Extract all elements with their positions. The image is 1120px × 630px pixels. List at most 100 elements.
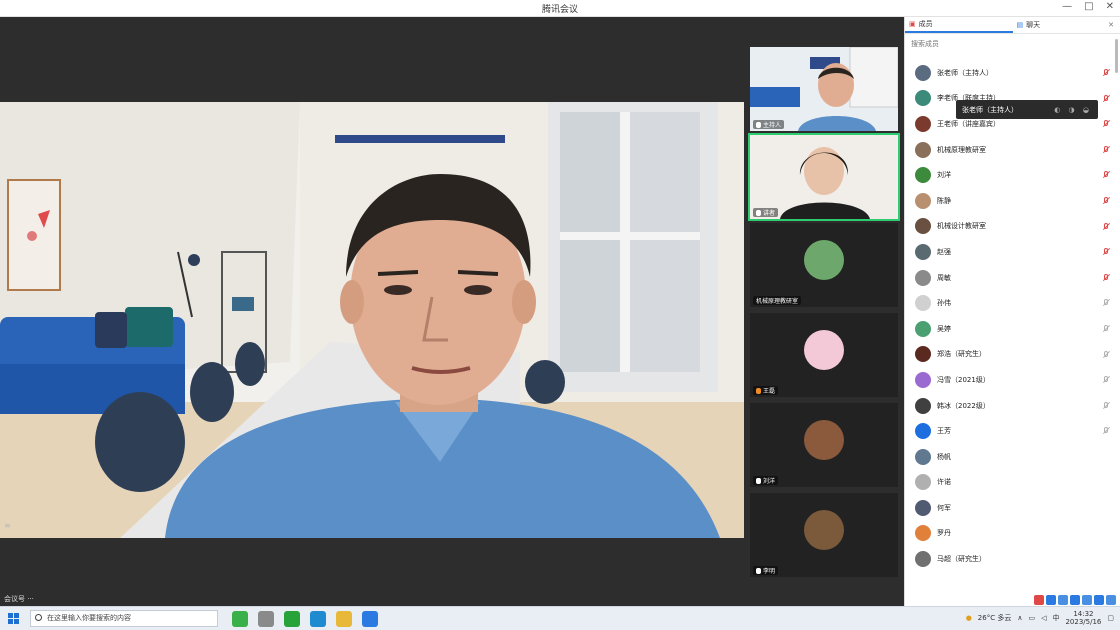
muted-mic-icon[interactable] bbox=[1102, 427, 1111, 435]
participant-row[interactable]: 韩冰（2022级） bbox=[905, 393, 1120, 419]
minimize-button[interactable]: — bbox=[1062, 1, 1072, 12]
muted-mic-icon[interactable] bbox=[1102, 68, 1111, 77]
avatar-icon bbox=[915, 423, 931, 440]
close-button[interactable]: ✕ bbox=[1106, 1, 1114, 12]
avatar-icon bbox=[804, 420, 844, 460]
blue-app-icon[interactable] bbox=[1070, 595, 1080, 605]
participant-name: 郑浩（研究生） bbox=[937, 350, 986, 359]
tile-speaker-video bbox=[750, 135, 898, 219]
folder-icon[interactable] bbox=[336, 611, 352, 627]
participant-name: 刘洋 bbox=[937, 171, 951, 180]
wechat-icon[interactable] bbox=[284, 611, 300, 627]
muted-mic-icon[interactable] bbox=[1102, 145, 1111, 154]
participant-row[interactable]: 机械设计教研室 bbox=[905, 214, 1120, 240]
participant-row[interactable]: 赵强 bbox=[905, 239, 1120, 265]
notification-icon[interactable]: ▢ bbox=[1107, 614, 1114, 622]
muted-mic-icon[interactable] bbox=[1102, 94, 1111, 103]
participant-row[interactable]: 王芳 bbox=[905, 418, 1120, 444]
edge-icon[interactable] bbox=[310, 611, 326, 627]
meeting-app: 腾讯会议 — □ ✕ ≡ 会议号 ··· 主持人 讲者 机械原理教研室 王磊 刘… bbox=[0, 0, 1120, 630]
muted-mic-icon[interactable] bbox=[1102, 350, 1111, 359]
participant-row[interactable]: 何军 bbox=[905, 495, 1120, 521]
avatar-icon bbox=[915, 167, 931, 184]
file-explorer-icon[interactable] bbox=[232, 611, 248, 627]
taskbar-search[interactable]: 在这里输入你要搜索的内容 bbox=[30, 610, 218, 627]
volume-icon[interactable]: ◁ bbox=[1041, 614, 1046, 622]
muted-mic-icon[interactable] bbox=[1102, 222, 1111, 231]
weather-text[interactable]: 26°C 多云 bbox=[978, 613, 1012, 623]
participant-row[interactable]: 杨帆 bbox=[905, 444, 1120, 470]
participant-row[interactable]: 刘洋 bbox=[905, 162, 1120, 188]
muted-mic-icon[interactable] bbox=[1102, 324, 1111, 333]
participant-name: 陈静 bbox=[937, 196, 951, 205]
meeting-app-icon[interactable] bbox=[362, 611, 378, 627]
tooltip-action-icons[interactable]: ◐ ◑ ◒ bbox=[1054, 106, 1092, 114]
participant-name: 冯雪（2021级） bbox=[937, 375, 990, 384]
participant-row[interactable]: 冯雪（2021级） bbox=[905, 367, 1120, 393]
muted-mic-icon[interactable] bbox=[1102, 171, 1111, 179]
windows-start-icon[interactable] bbox=[8, 613, 19, 624]
blue-app-icon[interactable] bbox=[1082, 595, 1092, 605]
tab-chat[interactable]: ▤ 聊天 ✕ bbox=[1013, 17, 1120, 33]
network-icon[interactable]: ▭ bbox=[1028, 614, 1035, 622]
main-video-toolbar-indicator[interactable]: ≡ bbox=[4, 521, 11, 530]
avatar-icon bbox=[915, 192, 931, 209]
meeting-id-label: 会议号 ··· bbox=[4, 595, 34, 603]
avatar-icon bbox=[915, 218, 931, 235]
muted-mic-icon[interactable] bbox=[1102, 299, 1111, 307]
tile-host[interactable]: 主持人 bbox=[750, 47, 898, 131]
participant-name: 王芳 bbox=[937, 427, 951, 436]
participant-tooltip: 张老师（主持人） ◐ ◑ ◒ bbox=[956, 100, 1098, 119]
avatar-icon bbox=[915, 90, 931, 107]
tile-name-tag: 刘洋 bbox=[753, 476, 779, 485]
blue-app-icon[interactable] bbox=[1046, 595, 1056, 605]
red-app-icon[interactable] bbox=[1034, 595, 1044, 605]
muted-mic-icon[interactable] bbox=[1102, 376, 1111, 384]
task-view-icon[interactable] bbox=[258, 611, 274, 627]
avatar-icon bbox=[804, 240, 844, 280]
clock[interactable]: 14:32 2023/5/16 bbox=[1065, 610, 1101, 626]
tile-participant[interactable]: 李明 bbox=[750, 493, 898, 577]
participant-row[interactable]: 马超（研究生） bbox=[905, 546, 1120, 572]
participant-row[interactable]: 吴婷 bbox=[905, 316, 1120, 342]
participant-name: 吴婷 bbox=[937, 324, 951, 333]
participant-row[interactable]: 孙伟 bbox=[905, 290, 1120, 316]
blue-app-icon[interactable] bbox=[1058, 595, 1068, 605]
muted-mic-icon[interactable] bbox=[1102, 120, 1111, 128]
participant-row[interactable]: 张老师（主持人） bbox=[905, 60, 1120, 86]
tile-host-video bbox=[750, 47, 898, 131]
participant-row[interactable]: 许诺 bbox=[905, 470, 1120, 496]
tile-participant[interactable]: 机械原理教研室 bbox=[750, 223, 898, 307]
ime-indicator[interactable]: 中 bbox=[1052, 613, 1059, 623]
muted-mic-icon[interactable] bbox=[1102, 248, 1111, 256]
participant-row[interactable]: 郑浩（研究生） bbox=[905, 342, 1120, 368]
participant-name: 周敏 bbox=[937, 273, 951, 282]
tile-name-tag: 王磊 bbox=[753, 386, 779, 395]
avatar-icon bbox=[915, 295, 931, 312]
tile-active-speaker[interactable]: 讲者 bbox=[748, 133, 900, 221]
chevron-up-icon[interactable]: ∧ bbox=[1017, 614, 1022, 622]
blue-app-icon[interactable] bbox=[1106, 595, 1116, 605]
muted-mic-icon[interactable] bbox=[1102, 273, 1111, 282]
avatar-icon bbox=[915, 269, 931, 286]
participant-row[interactable]: 周敏 bbox=[905, 265, 1120, 291]
muted-mic-icon[interactable] bbox=[1102, 196, 1111, 205]
participant-name: 何军 bbox=[937, 503, 951, 512]
participant-row[interactable]: 陈静 bbox=[905, 188, 1120, 214]
blue-app-icon[interactable] bbox=[1094, 595, 1104, 605]
avatar-icon bbox=[915, 115, 931, 132]
muted-mic-icon[interactable] bbox=[1102, 401, 1111, 410]
close-panel-icon[interactable]: ✕ bbox=[1108, 21, 1114, 29]
avatar-icon bbox=[915, 474, 931, 491]
member-search-input[interactable] bbox=[911, 37, 1111, 51]
maximize-button[interactable]: □ bbox=[1084, 1, 1093, 12]
tab-members[interactable]: ▣ 成员 bbox=[905, 17, 1013, 33]
speaker-video-frame bbox=[0, 102, 744, 538]
avatar-icon bbox=[915, 64, 931, 81]
participant-row[interactable]: 机械原理教研室 bbox=[905, 137, 1120, 163]
tile-participant[interactable]: 王磊 bbox=[750, 313, 898, 397]
participant-row[interactable]: 罗丹 bbox=[905, 521, 1120, 547]
avatar-icon bbox=[915, 320, 931, 337]
tile-participant[interactable]: 刘洋 bbox=[750, 403, 898, 487]
speaker-video[interactable] bbox=[0, 102, 744, 538]
